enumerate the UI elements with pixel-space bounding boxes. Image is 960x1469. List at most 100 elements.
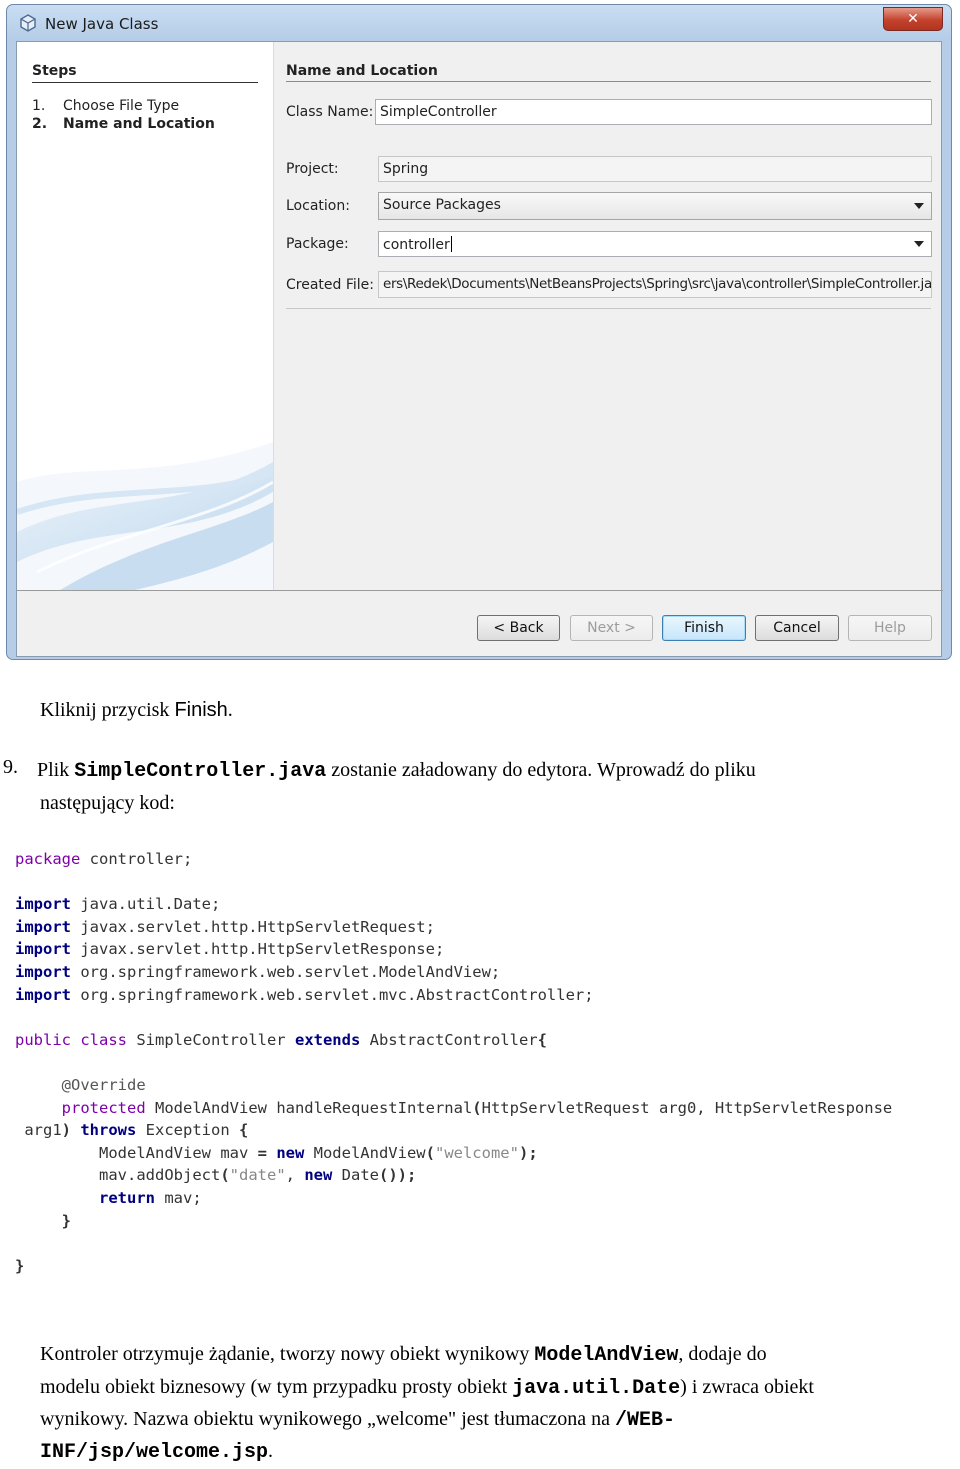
- help-button[interactable]: Help: [848, 615, 932, 641]
- code-keyword: import: [15, 917, 71, 936]
- cancel-button[interactable]: Cancel: [755, 615, 839, 641]
- instruction-text: Kliknij przycisk: [40, 699, 175, 721]
- code-annotation: @Override: [61, 1075, 146, 1094]
- step-number: 2.: [32, 116, 48, 132]
- code-keyword: package: [15, 850, 81, 868]
- step9-filename: SimpleController.java: [74, 760, 327, 783]
- summary-text: .: [268, 1440, 274, 1462]
- code-paren: (: [425, 1143, 435, 1162]
- code-line-body-3: return mav;: [15, 1189, 202, 1207]
- summary-text: , dodaje do: [678, 1343, 767, 1365]
- decorative-swoosh-graphic: [17, 442, 273, 590]
- code-line-class: public class SimpleController extends Ab…: [15, 1031, 547, 1049]
- code-line-import: import javax.servlet.http.HttpServletRes…: [15, 940, 444, 958]
- code-keyword: import: [15, 940, 71, 959]
- code-line-body-2: mav.addObject("date", new Date());: [15, 1166, 416, 1184]
- chevron-down-icon[interactable]: [914, 241, 924, 247]
- project-value: Spring: [383, 161, 429, 177]
- code-line-import: import javax.servlet.http.HttpServletReq…: [15, 918, 435, 936]
- code-keyword: new: [266, 1143, 305, 1162]
- java-class-icon: [20, 14, 36, 32]
- summary-text: wynikowy. Nazwa obiektu wynikowego „welc…: [40, 1408, 616, 1430]
- class-name-label: Class Name:: [286, 104, 374, 120]
- code-string: "date": [229, 1166, 286, 1185]
- instruction-button-name: Finish: [174, 699, 228, 721]
- code-listing: package controller; import java.util.Dat…: [15, 848, 892, 1277]
- code-keyword: extends: [294, 1030, 361, 1049]
- code-brace: {: [537, 1030, 547, 1049]
- dialog-title: New Java Class: [45, 15, 159, 33]
- code-line-annotation: @Override: [15, 1076, 146, 1094]
- panel-divider: [286, 308, 931, 309]
- code-text: AbstractController: [360, 1030, 538, 1049]
- finish-instruction: Kliknij przycisk Finish.: [40, 694, 233, 727]
- back-button[interactable]: < Back: [477, 615, 560, 641]
- code-line-import: import java.util.Date;: [15, 895, 220, 913]
- step-9-text-line1: Plik SimpleController.java zostanie zała…: [37, 754, 756, 788]
- code-text: javax.servlet.http.HttpServletRequest;: [71, 917, 435, 936]
- step-label: Name and Location: [63, 116, 215, 132]
- help-button-label: Help: [874, 620, 906, 636]
- code-keyword: class: [71, 1030, 127, 1049]
- summary-line-1: Kontroler otrzymuje żądanie, tworzy nowy…: [40, 1338, 767, 1372]
- next-button[interactable]: Next >: [570, 615, 653, 641]
- code-line-method-signature-cont: arg1) throws Exception {: [15, 1121, 248, 1139]
- code-brace: }: [15, 1256, 25, 1275]
- close-button[interactable]: ✕: [883, 7, 943, 31]
- code-paren: ());: [379, 1166, 417, 1185]
- summary-text: Kontroler otrzymuje żądanie, tworzy nowy…: [40, 1343, 535, 1365]
- step-label: Choose File Type: [63, 98, 180, 114]
- location-value: Source Packages: [383, 197, 501, 213]
- summary-code: /WEB-: [615, 1409, 676, 1432]
- code-text: ,: [285, 1166, 305, 1185]
- finish-button[interactable]: Finish: [662, 615, 746, 641]
- step-number: 1.: [32, 98, 46, 114]
- code-text: arg1: [24, 1121, 62, 1140]
- steps-heading: Steps: [32, 63, 77, 79]
- code-text: mav;: [155, 1188, 202, 1207]
- code-line-body-1: ModelAndView mav = new ModelAndView("wel…: [15, 1144, 538, 1162]
- code-keyword: import: [15, 895, 71, 914]
- code-keyword: return: [99, 1188, 155, 1207]
- name-and-location-panel: Name and Location Class Name: SimpleCont…: [274, 42, 941, 590]
- created-file-value: ers\Redek\Documents\NetBeansProjects\Spr…: [383, 276, 932, 292]
- code-text: ModelAndView mav: [99, 1143, 258, 1162]
- code-line-package: package controller;: [15, 850, 192, 868]
- code-keyword: new: [304, 1166, 333, 1185]
- dialog-client-area: Steps 1. Choose File Type 2. Name and Loca…: [16, 41, 943, 657]
- code-paren: );: [518, 1143, 538, 1162]
- back-button-label: < Back: [493, 620, 544, 636]
- code-line-import: import org.springframework.web.servlet.M…: [15, 963, 500, 981]
- package-combo-input[interactable]: controller: [378, 231, 932, 257]
- section-divider: [286, 81, 931, 82]
- next-button-label: Next >: [587, 620, 636, 636]
- text-caret: [450, 236, 452, 252]
- code-keyword: import: [15, 962, 71, 981]
- code-paren: (: [472, 1098, 482, 1117]
- footer-divider: [17, 590, 943, 591]
- code-brace: {: [239, 1121, 249, 1140]
- location-select[interactable]: Source Packages: [378, 192, 932, 220]
- steps-divider: [32, 82, 258, 83]
- cancel-button-label: Cancel: [773, 620, 821, 636]
- code-text: controller;: [80, 850, 193, 868]
- code-text: org.springframework.web.servlet.mvc.Abst…: [71, 985, 594, 1004]
- summary-line-2: modelu obiekt biznesowy (w tym przypadku…: [40, 1371, 814, 1405]
- instruction-end: .: [227, 699, 233, 721]
- code-text: ModelAndView handleRequestInternal: [145, 1098, 473, 1117]
- step-number-9: 9.: [3, 756, 18, 778]
- code-text: java.util.Date;: [71, 895, 221, 914]
- chevron-down-icon: [914, 203, 924, 209]
- code-text: org.springframework.web.servlet.ModelAnd…: [71, 962, 501, 981]
- code-text: HttpServletRequest arg0, HttpServletResp…: [481, 1098, 893, 1117]
- class-name-input[interactable]: SimpleController: [375, 99, 932, 125]
- summary-code: INF/jsp/welcome.jsp: [40, 1441, 269, 1464]
- project-label: Project:: [286, 161, 339, 177]
- class-name-value: SimpleController: [380, 104, 497, 120]
- package-value: controller: [383, 237, 450, 253]
- code-keyword: protected: [61, 1098, 146, 1117]
- created-file-field: ers\Redek\Documents\NetBeansProjects\Spr…: [378, 271, 932, 298]
- package-label: Package:: [286, 236, 349, 252]
- code-line-import: import org.springframework.web.servlet.m…: [15, 986, 594, 1004]
- section-heading: Name and Location: [286, 63, 438, 79]
